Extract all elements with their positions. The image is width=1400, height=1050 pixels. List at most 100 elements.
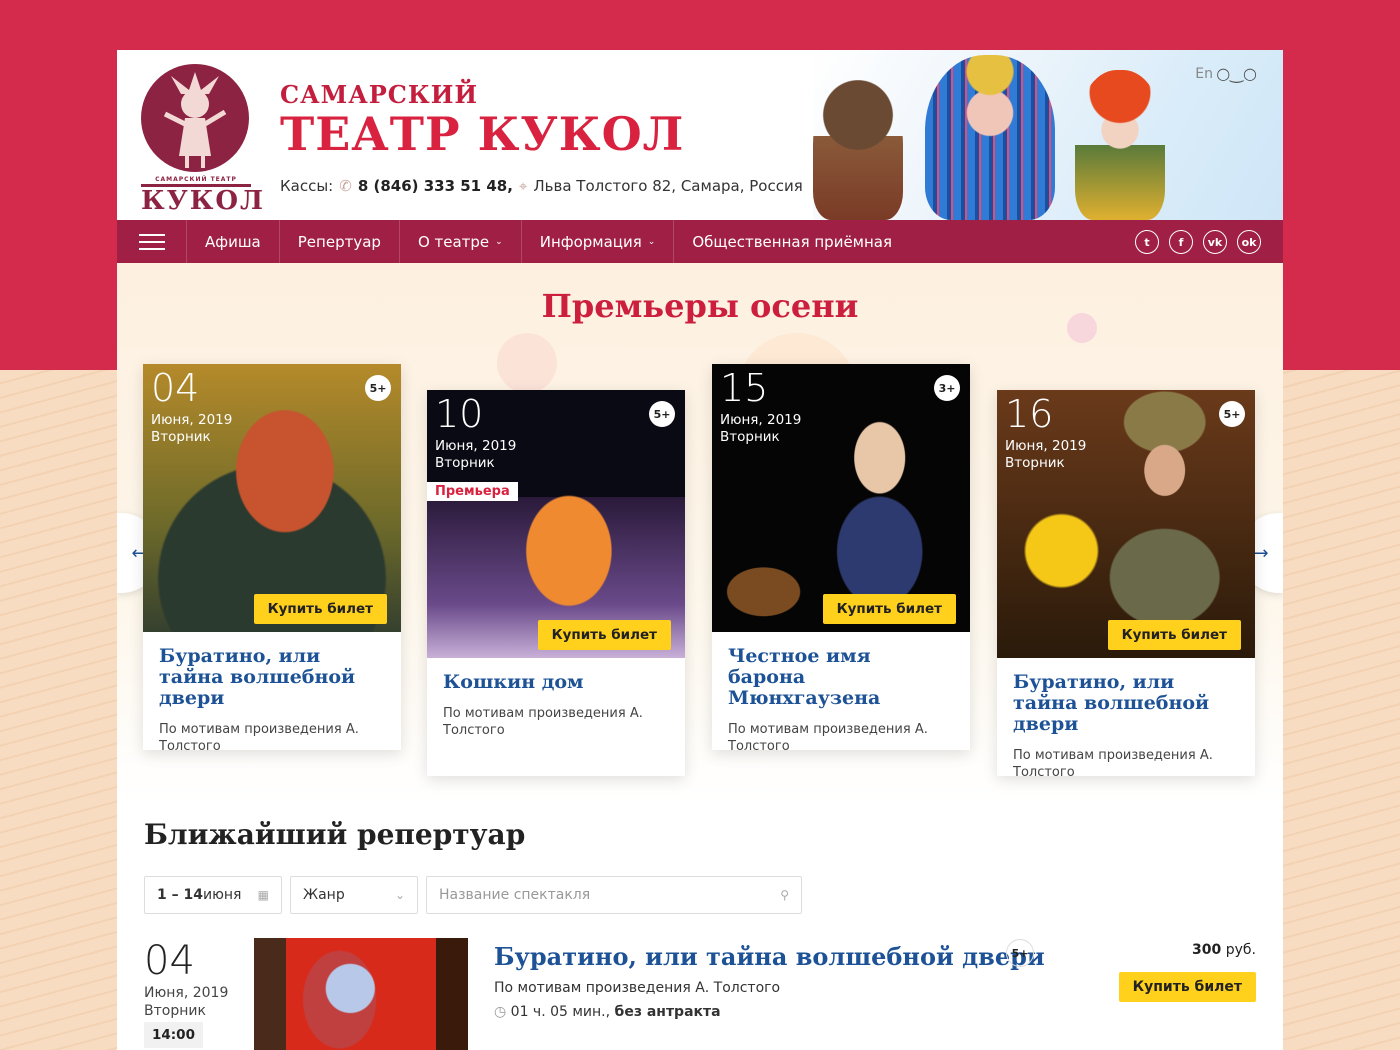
header: САМАРСКИЙ ТЕАТР КУКОЛ САМАРСКИЙ ТЕАТР КУ… (117, 50, 1283, 220)
premiere-card[interactable]: 16 Июня, 2019 Вторник 5+ Купить билет Бур… (997, 390, 1255, 780)
premiere-card[interactable]: 15 Июня, 2019 Вторник 3+ Купить билет Чес… (712, 364, 970, 754)
nav-item-about[interactable]: О театре ⌄ (400, 220, 522, 263)
glasses-icon[interactable]: ○‿○ (1216, 64, 1257, 83)
cashbox-label: Кассы: (280, 177, 334, 195)
premiere-card[interactable]: 04 Июня, 2019 Вторник 5+ Купить билет Бур… (143, 364, 401, 754)
card-weekday: Вторник (1005, 455, 1065, 471)
nav-label: О театре (417, 232, 490, 251)
nav-label: Общественная приёмная (692, 232, 893, 251)
facebook-icon[interactable]: f (1169, 230, 1193, 254)
card-day: 15 (720, 366, 769, 410)
row-day: 04 (144, 938, 195, 984)
buy-ticket-button[interactable]: Купить билет (537, 620, 671, 650)
logo-wordmark: КУКОЛ (141, 184, 266, 216)
nav-item-repertoire[interactable]: Репертуар (280, 220, 400, 263)
price-currency: руб. (1225, 942, 1256, 958)
card-desc: По мотивам произведения А. Толстого (443, 706, 643, 738)
clock-icon: ◷ (494, 1004, 507, 1020)
brand-title[interactable]: САМАРСКИЙ ТЕАТР КУКОЛ (280, 80, 684, 159)
brand-small: САМАРСКИЙ (280, 80, 479, 109)
card-month-year: Июня, 2019 (151, 412, 233, 428)
date-range-field[interactable]: 1 – 14 июня ▦ (144, 876, 282, 914)
card-day: 04 (151, 366, 200, 410)
nav-label: Информация (539, 232, 642, 251)
row-price: 300 руб. (1192, 942, 1256, 958)
premieres-section: Премьеры осени ← → 04 Июня, 2019 Вторник … (117, 263, 1283, 803)
premieres-title: Премьеры осени (541, 287, 859, 325)
vk-icon[interactable]: vk (1203, 230, 1227, 254)
page: САМАРСКИЙ ТЕАТР КУКОЛ САМАРСКИЙ ТЕАТР КУ… (117, 50, 1283, 1050)
genre-select[interactable]: Жанр ⌄ (290, 876, 418, 914)
card-desc: По мотивам произведения А. Толстого (159, 722, 359, 754)
language-switch[interactable]: En (1195, 66, 1213, 82)
chevron-down-icon: ⌄ (647, 236, 656, 247)
row-thumbnail[interactable] (254, 938, 468, 1050)
social-links: t f vk ok (1135, 230, 1261, 254)
buy-ticket-button[interactable]: Купить билет (822, 594, 956, 624)
card-title[interactable]: Буратино, или тайна волшебной двери (159, 646, 385, 709)
age-badge: 5+ (649, 401, 675, 427)
search-icon[interactable]: ⚲ (780, 888, 789, 902)
puppet-turban (1075, 70, 1165, 220)
location-pin-icon: ⌖ (518, 177, 528, 195)
phone-icon: ✆ (339, 177, 352, 195)
theatre-logo[interactable]: САМАРСКИЙ ТЕАТР КУКОЛ (141, 64, 263, 215)
decor-bubble (497, 333, 557, 393)
nav-item-public-reception[interactable]: Общественная приёмная (674, 220, 910, 263)
row-title[interactable]: Буратино, или тайна волшебной двери (494, 942, 1045, 971)
card-image: 16 Июня, 2019 Вторник 5+ Купить билет (997, 390, 1255, 658)
card-image: 15 Июня, 2019 Вторник 3+ Купить билет (712, 364, 970, 632)
card-image: 10 Июня, 2019 Вторник 5+ Премьера Купить … (427, 390, 685, 658)
premiere-card[interactable]: 10 Июня, 2019 Вторник 5+ Премьера Купить … (427, 390, 685, 776)
contacts: Кассы: ✆ 8 (846) 333 51 48, ⌖ Льва Толст… (280, 177, 803, 195)
row-desc: По мотивам произведения А. Толстого (494, 980, 781, 996)
card-weekday: Вторник (435, 455, 495, 471)
nav-item-afisha[interactable]: Афиша (187, 220, 280, 263)
header-puppets-banner: En ○‿○ (813, 50, 1283, 220)
price-value: 300 (1192, 942, 1222, 958)
odnoklassniki-icon[interactable]: ok (1237, 230, 1261, 254)
brand-big: ТЕАТР КУКОЛ (280, 107, 685, 161)
duration-text: 01 ч. 05 мин., (510, 1004, 611, 1020)
card-title[interactable]: Кошкин дом (443, 672, 669, 693)
nav-label: Репертуар (297, 232, 381, 251)
twitter-icon[interactable]: t (1135, 230, 1159, 254)
puppet-king (925, 55, 1055, 220)
jester-emblem (141, 64, 249, 172)
puppet-bear (813, 80, 903, 220)
chevron-down-icon: ⌄ (394, 888, 405, 902)
search-placeholder: Название спектакля (439, 887, 591, 903)
row-date: Июня, 2019 Вторник (144, 984, 228, 1020)
card-month-year: Июня, 2019 (435, 438, 517, 454)
chevron-down-icon: ⌄ (495, 236, 503, 247)
card-date: Июня, 2019 Вторник (151, 412, 232, 446)
card-desc: По мотивам произведения А. Толстого (1013, 748, 1213, 780)
card-month-year: Июня, 2019 (1005, 438, 1087, 454)
age-badge: 3+ (934, 375, 960, 401)
card-image: 04 Июня, 2019 Вторник 5+ Купить билет (143, 364, 401, 632)
card-title[interactable]: Честное имя барона Мюнхгаузена (728, 646, 954, 709)
intermission-text: без антракта (614, 1004, 721, 1020)
nav-label: Афиша (205, 232, 261, 251)
buy-ticket-button[interactable]: Купить билет (1107, 620, 1241, 650)
premiere-tag: Премьера (427, 482, 518, 501)
main-nav: Афиша Репертуар О театре ⌄ Информация ⌄ Об… (117, 220, 1283, 263)
card-date: Июня, 2019 Вторник (1005, 438, 1086, 472)
hamburger-menu-icon[interactable] (117, 220, 187, 263)
row-duration: ◷ 01 ч. 05 мин., без антракта (494, 1004, 721, 1020)
row-buy-ticket-button[interactable]: Купить билет (1118, 972, 1256, 1002)
age-badge: 5+ (1219, 401, 1245, 427)
buy-ticket-button[interactable]: Купить билет (253, 594, 387, 624)
phone-number[interactable]: 8 (846) 333 51 48, (358, 177, 513, 195)
nav-item-info[interactable]: Информация ⌄ (522, 220, 675, 263)
address: Льва Толстого 82, Самара, Россия (533, 177, 803, 195)
card-date: Июня, 2019 Вторник (720, 412, 801, 446)
row-age-badge: 5+ (1006, 939, 1034, 967)
card-date: Июня, 2019 Вторник (435, 438, 516, 472)
age-badge: 5+ (365, 375, 391, 401)
card-day: 10 (435, 392, 484, 436)
calendar-icon: ▦ (257, 888, 269, 902)
show-search-input[interactable]: Название спектакля ⚲ (426, 876, 802, 914)
card-title[interactable]: Буратино, или тайна волшебной двери (1013, 672, 1239, 735)
card-weekday: Вторник (151, 429, 211, 445)
